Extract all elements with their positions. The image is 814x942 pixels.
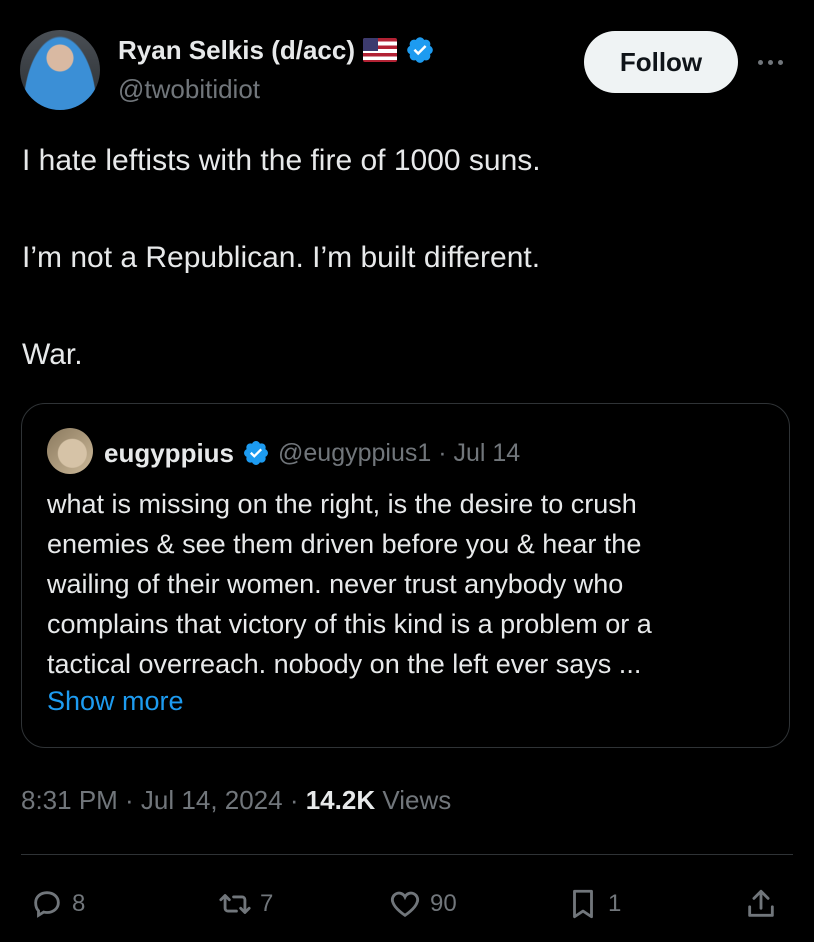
author-handle[interactable]: @twobitidiot bbox=[118, 74, 260, 105]
share-icon bbox=[748, 889, 774, 917]
bookmark-button[interactable]: 1 bbox=[566, 884, 621, 924]
bookmark-count: 1 bbox=[608, 890, 622, 917]
quoted-text-line: wailing of their women. never trust anyb… bbox=[47, 569, 624, 599]
quoted-text-line: enemies & see them driven before you & h… bbox=[47, 529, 642, 559]
reply-button[interactable]: 8 bbox=[30, 884, 85, 924]
divider bbox=[21, 854, 793, 855]
reply-icon bbox=[34, 891, 60, 918]
post-text-line-2: I’m not a Republican. I’m built differen… bbox=[22, 241, 541, 274]
post-timestamp[interactable]: 8:31 PM · Jul 14, 2024 · bbox=[21, 785, 306, 815]
us-flag-icon bbox=[363, 38, 397, 62]
bookmark-icon bbox=[573, 889, 593, 919]
quoted-text-line: what is missing on the right, is the des… bbox=[47, 489, 637, 519]
heart-icon bbox=[390, 891, 420, 918]
author-name-row: Ryan Selkis (d/acc) bbox=[118, 32, 435, 68]
views-count: 14.2K bbox=[305, 785, 376, 815]
quoted-author-avatar[interactable] bbox=[47, 428, 93, 474]
repost-button[interactable]: 7 bbox=[218, 884, 273, 924]
repost-count: 7 bbox=[260, 890, 274, 917]
author-avatar[interactable] bbox=[20, 30, 100, 110]
quoted-post-text: what is missing on the right, is the des… bbox=[47, 484, 777, 684]
post-meta: 8:31 PM · Jul 14, 2024 · 14.2K Views bbox=[21, 785, 451, 816]
quoted-text-line: complains that victory of this kind is a… bbox=[47, 609, 652, 639]
author-name[interactable]: Ryan Selkis (d/acc) bbox=[118, 35, 355, 66]
quoted-text-line: tactical overreach. nobody on the left e… bbox=[47, 649, 642, 679]
like-button[interactable]: 90 bbox=[388, 884, 457, 924]
repost-icon bbox=[219, 894, 251, 914]
like-count: 90 bbox=[430, 890, 457, 917]
verified-badge-icon bbox=[244, 441, 268, 465]
show-more-link[interactable]: Show more bbox=[47, 686, 184, 717]
post-text-line-1: I hate leftists with the fire of 1000 su… bbox=[22, 144, 541, 177]
more-options-icon[interactable] bbox=[750, 42, 790, 82]
share-button[interactable] bbox=[744, 884, 778, 924]
follow-button[interactable]: Follow bbox=[584, 31, 738, 93]
verified-badge-icon bbox=[407, 37, 433, 63]
views-label: Views bbox=[375, 785, 452, 815]
quoted-author-name[interactable]: eugyppius bbox=[104, 438, 234, 469]
reply-count: 8 bbox=[72, 890, 86, 917]
quoted-handle-date: @eugyppius1 · Jul 14 bbox=[278, 438, 521, 467]
post-text-line-3: War. bbox=[22, 338, 83, 371]
quoted-author-row: eugyppius @eugyppius1 · Jul 14 bbox=[104, 436, 520, 470]
